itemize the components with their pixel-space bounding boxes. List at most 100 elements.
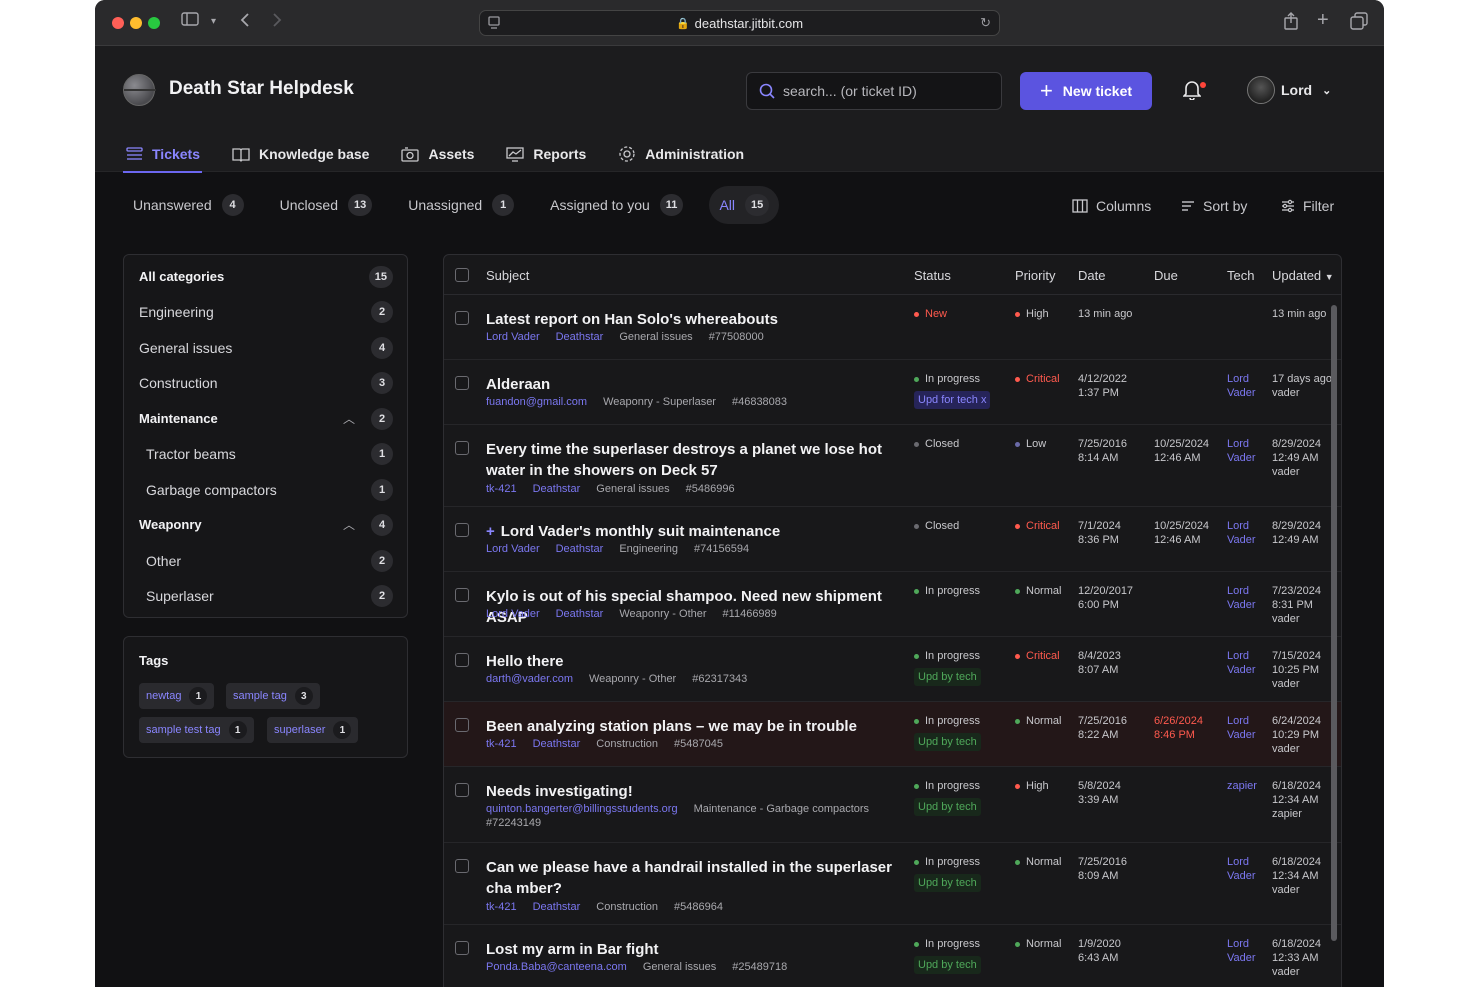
table-row[interactable]: Every time the superlaser destroys a pla… (444, 425, 1341, 507)
ticket-subject[interactable]: Every time the superlaser destroys a pla… (486, 439, 906, 481)
ticket-subject[interactable]: Been analyzing station plans – we may be… (486, 716, 906, 737)
filter-tab-assigned-to-you[interactable]: Assigned to you 11 (540, 186, 693, 224)
filter-tab-all[interactable]: All 15 (709, 186, 780, 224)
table-row[interactable]: Been analyzing station plans – we may be… (444, 702, 1341, 767)
meta-link[interactable]: tk-421 (486, 901, 517, 913)
tech-cell[interactable]: Lord Vader (1227, 714, 1256, 742)
tag-sample-tag[interactable]: sample tag 3 (226, 683, 320, 709)
row-checkbox[interactable] (455, 311, 469, 325)
ticket-subject[interactable]: + Lord Vader's monthly suit maintenance (486, 521, 906, 542)
meta-link[interactable]: tk-421 (486, 738, 517, 750)
ticket-subject[interactable]: Needs investigating! (486, 781, 906, 802)
filter-tab-unanswered[interactable]: Unanswered 4 (123, 186, 254, 224)
meta-link[interactable]: Deathstar (556, 608, 604, 620)
user-menu[interactable]: Lord ⌄ (1247, 76, 1331, 104)
row-checkbox[interactable] (455, 523, 469, 537)
meta-link[interactable]: Lord Vader (486, 543, 540, 555)
page-settings-icon[interactable] (488, 16, 500, 33)
meta-link[interactable]: tk-421 (486, 483, 517, 495)
tech-cell[interactable]: Lord Vader (1227, 372, 1256, 400)
row-checkbox[interactable] (455, 653, 469, 667)
table-row[interactable]: + Lord Vader's monthly suit maintenance Lo… (444, 507, 1341, 572)
chevron-up-icon[interactable]: ︿ (343, 516, 355, 533)
zoom-window-button[interactable] (148, 17, 160, 29)
ticket-subject[interactable]: Alderaan (486, 374, 906, 395)
meta-link[interactable]: fuandon@gmail.com (486, 396, 587, 408)
chevron-down-icon[interactable]: ▾ (211, 12, 216, 32)
tech-cell[interactable]: Lord Vader (1227, 584, 1256, 612)
table-row[interactable]: Hello there darth@vader.com Weaponry - Oth… (444, 637, 1341, 702)
column-header-subject[interactable]: Subject (486, 268, 529, 283)
ticket-subject[interactable]: Lost my arm in Bar fight (486, 939, 906, 960)
table-row[interactable]: Can we please have a handrail installed … (444, 843, 1341, 925)
search-input[interactable] (783, 83, 983, 99)
forward-icon[interactable] (271, 12, 283, 34)
app-title[interactable]: Death Star Helpdesk (169, 78, 354, 100)
meta-link[interactable]: Deathstar (533, 901, 581, 913)
category-superlaser[interactable]: Superlaser 2 (124, 578, 407, 613)
row-checkbox[interactable] (455, 859, 469, 873)
row-checkbox[interactable] (455, 941, 469, 955)
meta-link[interactable]: Deathstar (556, 331, 604, 343)
meta-link[interactable]: Lord Vader (486, 331, 540, 343)
chevron-up-icon[interactable]: ︿ (343, 410, 355, 427)
category-maintenance[interactable]: Maintenance ︿ 2 (124, 401, 407, 436)
column-header-updated[interactable]: Updated ▼ (1272, 268, 1334, 283)
column-header-due[interactable]: Due (1154, 268, 1178, 283)
filter-tab-unclosed[interactable]: Unclosed 13 (270, 186, 383, 224)
tech-cell[interactable]: Lord Vader (1227, 437, 1256, 465)
table-row[interactable]: Needs investigating! quinton.bangerter@bi… (444, 767, 1341, 843)
nav-tab-administration[interactable]: Administration (616, 136, 746, 172)
sidebar-toggle-icon[interactable] (181, 12, 199, 32)
filter-button[interactable]: Filter (1281, 198, 1334, 214)
close-window-button[interactable] (112, 17, 124, 29)
category-general-issues[interactable]: General issues 4 (124, 330, 407, 365)
table-row[interactable]: Lost my arm in Bar fight Ponda.Baba@cante… (444, 925, 1341, 987)
column-header-tech[interactable]: Tech (1227, 268, 1254, 283)
nav-tab-knowledge-base[interactable]: Knowledge base (230, 136, 371, 172)
new-ticket-button[interactable]: + New ticket (1020, 72, 1152, 110)
tech-cell[interactable]: zapier (1227, 779, 1257, 793)
category-engineering[interactable]: Engineering 2 (124, 294, 407, 329)
scrollbar[interactable] (1331, 305, 1337, 941)
meta-link[interactable]: darth@vader.com (486, 673, 573, 685)
death-star-logo-icon[interactable] (123, 74, 156, 106)
filter-tab-unassigned[interactable]: Unassigned 1 (398, 186, 524, 224)
tech-cell[interactable]: Lord Vader (1227, 519, 1256, 547)
tech-cell[interactable]: Lord Vader (1227, 649, 1256, 677)
meta-link[interactable]: Deathstar (533, 738, 581, 750)
tag-newtag[interactable]: newtag 1 (139, 683, 215, 709)
category-all[interactable]: All categories 15 (124, 259, 407, 294)
ticket-subject[interactable]: Hello there (486, 651, 906, 672)
sort-by-button[interactable]: Sort by (1181, 198, 1247, 214)
row-checkbox[interactable] (455, 376, 469, 390)
column-header-priority[interactable]: Priority (1015, 268, 1055, 283)
share-icon[interactable] (1284, 12, 1298, 36)
tech-cell[interactable]: Lord Vader (1227, 937, 1256, 965)
back-icon[interactable] (239, 12, 251, 34)
row-checkbox[interactable] (455, 441, 469, 455)
meta-link[interactable]: Lord Vader (486, 608, 540, 620)
nav-tab-reports[interactable]: Reports (504, 136, 588, 172)
address-bar[interactable]: 🔒 deathstar.jitbit.com ↻ (479, 10, 1000, 36)
meta-link[interactable]: quinton.bangerter@billingsstudents.org (486, 803, 678, 815)
tag-superlaser[interactable]: superlaser 1 (267, 717, 359, 743)
category-garbage-compactors[interactable]: Garbage compactors 1 (124, 472, 407, 507)
ticket-subject[interactable]: Kylo is out of his special shampoo. Need… (486, 586, 906, 628)
nav-tab-assets[interactable]: Assets (399, 136, 476, 172)
minimize-window-button[interactable] (130, 17, 142, 29)
table-row[interactable]: Latest report on Han Solo's whereabouts L… (444, 295, 1341, 360)
category-construction[interactable]: Construction 3 (124, 365, 407, 400)
columns-button[interactable]: Columns (1072, 198, 1151, 214)
row-checkbox[interactable] (455, 588, 469, 602)
nav-tab-tickets[interactable]: Tickets (123, 136, 202, 173)
ticket-subject[interactable]: Can we please have a handrail installed … (486, 857, 906, 899)
meta-link[interactable]: Deathstar (533, 483, 581, 495)
row-checkbox[interactable] (455, 718, 469, 732)
column-header-status[interactable]: Status (914, 268, 951, 283)
meta-link[interactable]: Deathstar (556, 543, 604, 555)
ticket-subject[interactable]: Latest report on Han Solo's whereabouts (486, 309, 906, 330)
table-row[interactable]: Alderaan fuandon@gmail.com Weaponry - Supe… (444, 360, 1341, 425)
table-row[interactable]: Kylo is out of his special shampoo. Need… (444, 572, 1341, 637)
tab-overview-icon[interactable] (1350, 12, 1368, 36)
